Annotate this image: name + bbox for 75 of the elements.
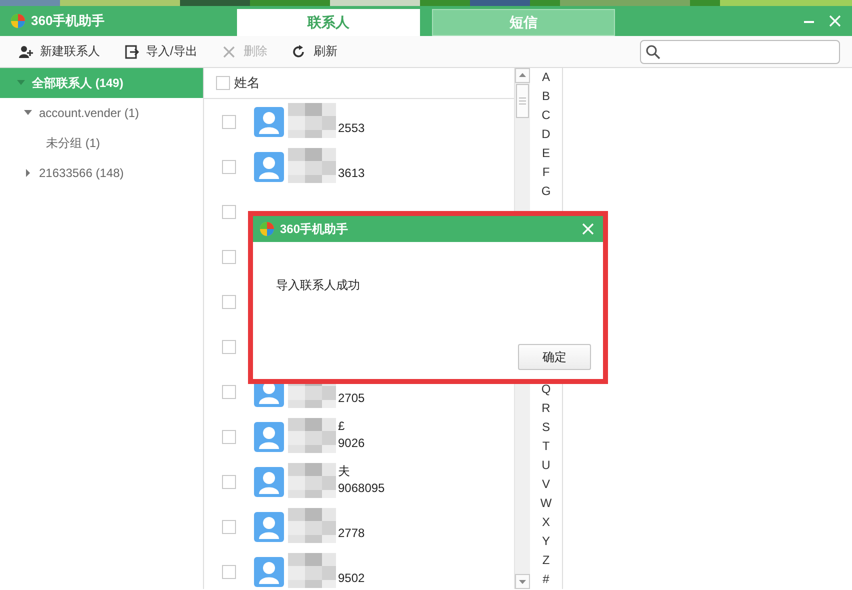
checkbox[interactable] <box>222 204 236 218</box>
checkbox[interactable] <box>222 430 236 444</box>
avatar-icon <box>254 106 284 136</box>
index-letter[interactable]: Q <box>541 380 551 399</box>
scrollbar-thumb[interactable] <box>516 84 529 118</box>
app-logo-icon <box>259 221 275 237</box>
index-letter[interactable]: F <box>542 163 550 182</box>
index-letter[interactable]: B <box>542 87 550 106</box>
avatar-icon <box>254 152 284 182</box>
index-letter[interactable]: Z <box>542 551 550 570</box>
tree-item[interactable]: 未分组 (1) <box>0 128 203 158</box>
avatar-icon <box>254 422 284 452</box>
dialog-message: 导入联系人成功 <box>276 278 361 292</box>
avatar-icon <box>254 466 284 496</box>
contact-name: £ <box>338 418 346 435</box>
index-letter[interactable]: W <box>540 494 552 513</box>
checkbox[interactable] <box>222 250 236 264</box>
checkbox[interactable] <box>222 384 236 398</box>
redaction-mosaic <box>288 463 336 498</box>
window-title: 360手机助手 <box>31 12 105 30</box>
toolbar-button[interactable]: 导入/导出 <box>122 43 200 60</box>
scroll-down-icon[interactable] <box>515 574 530 589</box>
index-letter[interactable]: C <box>542 106 550 125</box>
phone-number: 2553 <box>338 120 365 137</box>
toolbar-button[interactable]: 刷新 <box>289 43 340 60</box>
search-field[interactable] <box>640 40 840 64</box>
index-letter[interactable]: V <box>542 475 550 494</box>
index-letter[interactable]: A <box>542 68 550 87</box>
redaction-mosaic <box>288 103 336 138</box>
phone-number: 2705 <box>338 390 365 407</box>
phone-number: 2778 <box>338 525 365 542</box>
phone-number: 9026 <box>338 435 365 452</box>
app-logo-icon <box>10 13 26 29</box>
tree-item[interactable]: 21633566 (148) <box>0 158 203 188</box>
column-header: 姓名 <box>234 74 260 92</box>
import-icon <box>124 44 140 60</box>
index-letter[interactable]: E <box>542 144 550 163</box>
phone-number: 9068095 <box>338 480 385 497</box>
add-person-icon <box>18 44 34 60</box>
checkbox[interactable] <box>222 294 236 308</box>
close-icon[interactable] <box>828 14 842 28</box>
search-icon <box>645 44 661 60</box>
caret-right-icon[interactable] <box>23 168 33 178</box>
redaction-mosaic <box>288 148 336 183</box>
redaction-mosaic <box>288 418 336 453</box>
close-icon[interactable] <box>581 222 595 236</box>
contact-name: 夫 <box>338 463 351 480</box>
dialog-title: 360手机助手 <box>280 220 348 238</box>
checkbox[interactable] <box>216 76 230 90</box>
index-letter[interactable]: # <box>542 570 550 589</box>
index-letter[interactable]: G <box>541 182 551 201</box>
checkbox[interactable] <box>222 520 236 534</box>
redaction-mosaic <box>288 553 336 588</box>
index-letter[interactable]: Y <box>542 532 550 551</box>
phone-number: 9502 <box>338 570 365 587</box>
checkbox[interactable] <box>222 564 236 578</box>
index-letter[interactable]: T <box>542 437 550 456</box>
index-letter[interactable]: S <box>542 418 550 437</box>
checkbox[interactable] <box>222 340 236 354</box>
ok-button[interactable]: 确定 <box>518 344 591 370</box>
checkbox[interactable] <box>222 160 236 174</box>
redaction-mosaic <box>288 508 336 543</box>
index-letter[interactable]: R <box>542 399 550 418</box>
checkbox[interactable] <box>222 474 236 488</box>
scroll-up-icon[interactable] <box>515 68 530 83</box>
index-letter[interactable]: U <box>542 456 550 475</box>
index-letter[interactable]: X <box>542 513 550 532</box>
avatar-icon <box>254 512 284 542</box>
index-letter[interactable]: D <box>542 125 550 144</box>
toolbar-button[interactable]: 新建联系人 <box>16 43 102 60</box>
tree-item[interactable]: account.vender (1) <box>0 98 203 128</box>
delete-icon <box>221 44 238 60</box>
phone-number: 3613 <box>338 165 365 182</box>
avatar-icon <box>254 556 284 586</box>
checkbox[interactable] <box>222 114 236 128</box>
